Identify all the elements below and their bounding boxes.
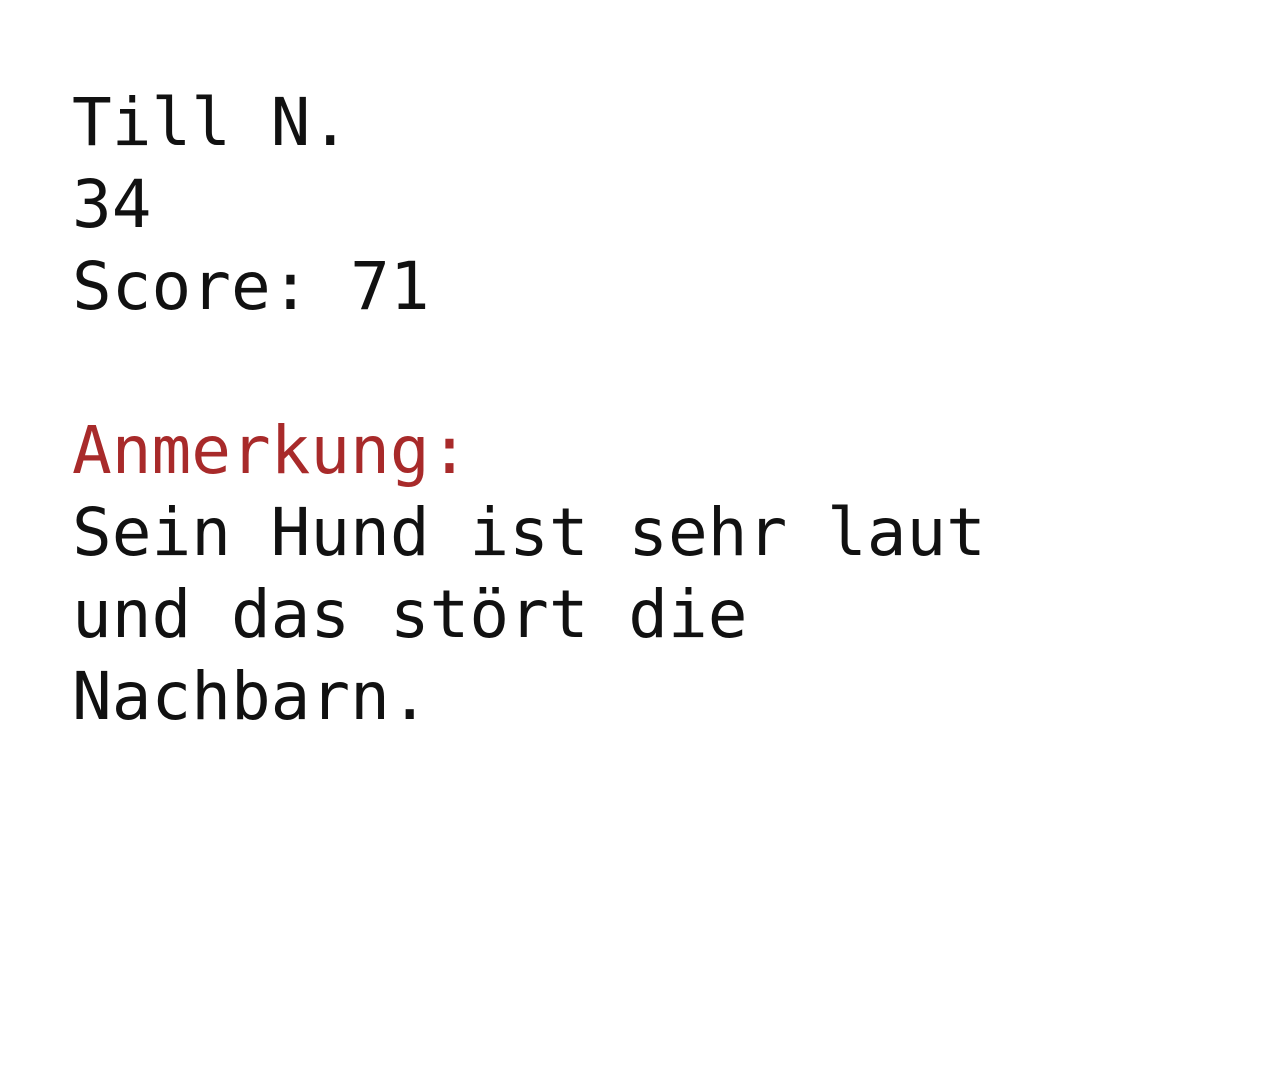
profile-age: 34 [72,166,152,243]
note-text: Sein Hund ist sehr laut und das stört di… [72,494,986,735]
profile-name: Till N. [72,84,351,161]
profile-score: Score: 71 [72,248,430,325]
section-spacer [72,328,1212,410]
note-heading: Anmerkung: [72,412,470,489]
profile-card: Till N. 34 Score: 71 Anmerkung: Sein Hun… [72,82,1212,738]
